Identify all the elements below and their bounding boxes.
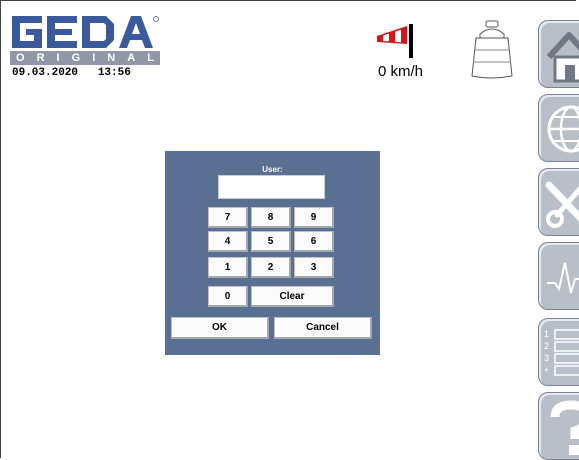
sidebar-item-tools[interactable] [538, 168, 579, 236]
wind-sock-icon [377, 24, 413, 58]
weight-icon [471, 20, 513, 79]
time-text: 13:56 [97, 67, 131, 79]
geda-wordmark [12, 16, 159, 48]
dialog-title: User: [262, 165, 283, 174]
user-input[interactable] [218, 175, 325, 199]
sidebar-item-help[interactable] [538, 392, 579, 460]
home-icon [546, 32, 579, 83]
wind-speed-unit: km/h [390, 63, 424, 80]
list-number-3: 3 [544, 353, 550, 363]
list-number-2: 2 [544, 341, 550, 351]
chart-icon [547, 262, 579, 294]
cancel-button[interactable]: Cancel [274, 317, 372, 339]
globe-icon [547, 105, 579, 153]
key-6[interactable]: 6 [294, 231, 334, 252]
wind-speed-readout: 0 km/h [378, 63, 423, 80]
logo-letter: L [147, 52, 154, 64]
date-text: 09.03.2020 [12, 67, 79, 79]
key-0[interactable]: 0 [208, 286, 248, 307]
clear-button[interactable]: Clear [251, 286, 334, 307]
key-5[interactable]: 5 [251, 231, 291, 252]
logo-original-bar: O R I G I N A L [10, 51, 160, 65]
list-number-1: 1 [544, 329, 550, 339]
sidebar: 1 2 3 + [532, 0, 579, 460]
tools-icon [545, 181, 579, 228]
sidebar-item-list[interactable]: 1 2 3 + [538, 318, 579, 386]
wind-speed-value: 0 [378, 63, 387, 80]
key-7[interactable]: 7 [208, 207, 248, 228]
logo-letter: A [127, 52, 136, 64]
logo-letter: R [36, 52, 45, 64]
login-dialog: User: 7 8 9 4 5 6 1 2 3 0 Clear OK Cance… [165, 151, 380, 355]
logo-letter: N [107, 52, 116, 64]
key-1[interactable]: 1 [208, 257, 248, 278]
sidebar-item-home[interactable] [538, 20, 579, 88]
list-plus: + [544, 365, 550, 375]
ok-button[interactable]: OK [171, 317, 269, 339]
logo-letter: I [92, 52, 96, 64]
sidebar-item-chart[interactable] [538, 242, 579, 310]
help-icon [550, 400, 579, 455]
logo-letter: G [71, 52, 81, 64]
key-9[interactable]: 9 [294, 207, 334, 228]
date-time-display: 09.03.2020 13:56 [12, 67, 131, 79]
key-2[interactable]: 2 [251, 257, 291, 278]
key-3[interactable]: 3 [294, 257, 334, 278]
key-8[interactable]: 8 [251, 207, 291, 228]
logo-letter: I [56, 52, 60, 64]
sidebar-item-globe[interactable] [538, 94, 579, 162]
logo-letter: O [16, 52, 25, 64]
key-4[interactable]: 4 [208, 231, 248, 252]
